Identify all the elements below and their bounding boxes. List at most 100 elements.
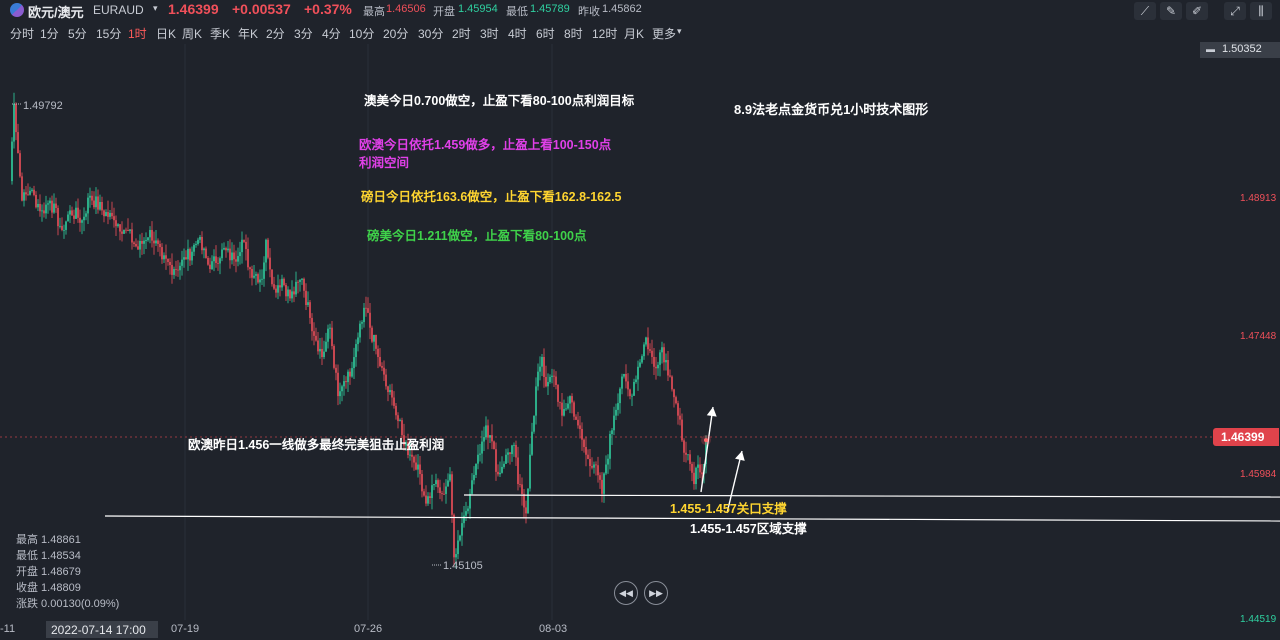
tab-timeframe[interactable]: 30分 [418,25,443,42]
candle-body [231,252,233,261]
candle-body [337,372,339,397]
candle-body [245,241,247,250]
tab-timeframe[interactable]: 季K [210,25,230,42]
candle-body [17,132,19,154]
candle-body [413,456,415,463]
tab-timeframe[interactable]: 4分 [322,25,341,42]
tab-timeframe[interactable]: 月K [624,25,644,42]
candle-body [697,464,699,468]
fullscreen-icon[interactable]: ⤢ [1224,2,1246,20]
candle-body [119,224,121,232]
candle-body [585,446,587,455]
candle-body [97,196,99,210]
candlestick-type-icon[interactable]: ⫼ [1250,2,1272,20]
candle-body [499,472,501,475]
price-change-pct: +0.37% [304,1,352,17]
tab-timeframe[interactable]: 8时 [564,25,583,42]
tab-timeframe[interactable]: 2分 [266,25,285,42]
candle-body [111,212,113,217]
candle-body [695,467,697,485]
candle-body [623,373,625,377]
low-label: 最低 [506,6,528,18]
tab-timeframe[interactable]: 6时 [536,25,555,42]
tab-timeframe[interactable]: 1分 [40,25,59,42]
candle-body [203,248,205,251]
candle-body [473,474,475,481]
chevron-down-icon[interactable]: ▾ [677,26,682,37]
tab-timeframe[interactable]: 分时 [10,25,34,42]
candle-body [609,434,611,459]
candle-body [649,349,651,351]
tab-timeframe[interactable]: 3时 [480,25,499,42]
candle-body [519,484,521,485]
candle-body [475,463,477,475]
tab-timeframe[interactable]: 年K [238,25,258,42]
price-axis-label: 1.45984 [1240,469,1277,480]
tab-timeframe[interactable]: 12时 [592,25,617,42]
candle-body [377,348,379,358]
symbol-name[interactable]: 欧元/澳元 [28,2,84,21]
crosshair-time: 2022-07-14 17:00 [51,623,146,637]
tab-timeframe[interactable]: 3分 [294,25,313,42]
candle-body [109,212,111,217]
edit-icon[interactable]: ✐ [1186,2,1208,20]
candle-body [159,243,161,248]
candle-body [437,480,439,488]
symbol-code[interactable]: EURAUD [93,3,144,17]
candle-body [509,452,511,455]
candle-body [85,213,87,217]
tab-timeframe[interactable]: 20分 [383,25,408,42]
tab-timeframe[interactable]: 4时 [508,25,527,42]
candle-body [37,203,39,208]
candle-body [179,265,181,271]
candle-body [23,192,25,201]
candle-body [61,225,63,230]
candle-body [135,243,137,247]
prev-close-label: 昨收 [578,6,600,18]
arrow-head [735,451,745,461]
candle-body [49,200,51,204]
candle-body [591,466,593,468]
candle-body [601,479,603,494]
tab-timeframe[interactable]: 日K [156,25,176,42]
candle-body [145,240,147,241]
tab-timeframe[interactable]: 15分 [96,25,121,42]
candle-body [627,381,629,390]
tab-timeframe[interactable]: 更多 [652,25,676,42]
chevron-down-icon[interactable]: ▾ [153,3,158,14]
candle-body [71,210,73,216]
candle-body [543,357,545,377]
candle-body [607,458,609,465]
tab-timeframe[interactable]: 周K [182,25,202,42]
candle-body [533,415,535,432]
pen-icon[interactable]: ✎ [1160,2,1182,20]
draw-line-icon[interactable]: ⟋ [1134,2,1156,20]
candle-body [265,239,267,263]
price-axis-label: 1.47448 [1240,331,1277,342]
candle-body [151,229,153,241]
skip-forward-button[interactable]: ▶▶ [644,581,668,605]
candle-body [53,203,55,213]
tab-timeframe[interactable]: 5分 [68,25,87,42]
candle-body [347,371,349,383]
candle-body [391,390,393,398]
candle-body [687,454,689,456]
skip-back-button[interactable]: ◀◀ [614,581,638,605]
candle-body [505,454,507,464]
candlestick-chart[interactable] [0,44,1280,640]
candle-body [597,465,599,476]
candle-body [411,454,413,457]
candle-body [295,281,297,295]
tab-timeframe[interactable]: 10分 [349,25,374,42]
tab-timeframe[interactable]: 1时 [128,25,147,42]
candle-body [175,269,177,270]
candle-body [291,291,293,299]
time-axis-label: -11 [0,623,16,635]
tab-timeframe[interactable]: 2时 [452,25,471,42]
candle-body [199,236,201,240]
candle-body [235,259,237,262]
candle-body [67,214,69,222]
candle-body [529,454,531,489]
candle-body [685,452,687,455]
bookmark-icon[interactable]: ▬ [1206,44,1215,54]
